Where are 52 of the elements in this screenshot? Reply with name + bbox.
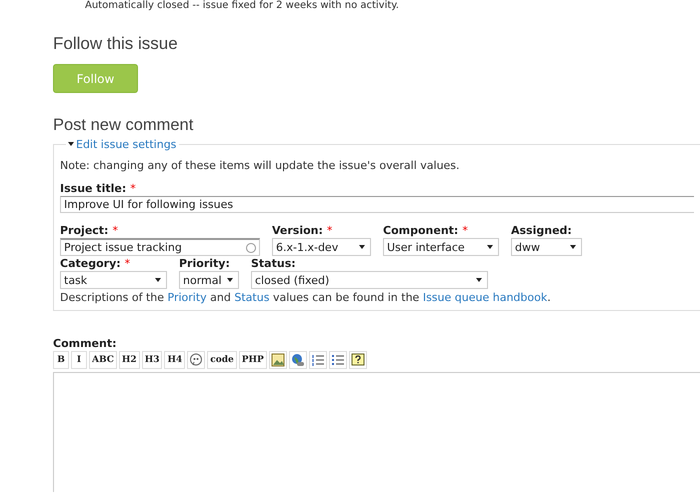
select-dropdown[interactable]: task xyxy=(60,271,167,289)
required-mark: * xyxy=(326,224,332,237)
dropdown-arrow-icon xyxy=(570,245,576,249)
toolbar-button[interactable]: H3 xyxy=(142,351,162,369)
field-label: Component: xyxy=(383,224,458,237)
throbber-icon xyxy=(246,242,256,252)
toolbar-button[interactable]: ABC xyxy=(89,351,117,369)
settings-toggle-link[interactable]: Edit issue settings xyxy=(66,138,180,151)
required-mark: * xyxy=(124,257,130,270)
toolbar-button[interactable]: H4 xyxy=(164,351,186,369)
speech-bubble-icon[interactable] xyxy=(187,351,206,369)
select-dropdown[interactable]: normal xyxy=(179,271,239,289)
field-label: Assigned: xyxy=(511,224,572,237)
autocomplete-field[interactable]: Project issue tracking xyxy=(60,238,260,256)
field-label: Priority: xyxy=(179,257,230,270)
select-dropdown[interactable]: closed (fixed) xyxy=(251,271,488,289)
toolbar-button[interactable]: PHP xyxy=(238,351,267,369)
field-label: Issue title: xyxy=(60,182,126,195)
help-icon[interactable] xyxy=(348,351,367,369)
required-mark: * xyxy=(130,182,136,195)
help-text: Descriptions of the Priority and Status values can be found in the Issue queue handbook. xyxy=(60,291,552,304)
dropdown-arrow-icon xyxy=(487,245,493,249)
required-mark: * xyxy=(462,224,468,237)
toolbar-button[interactable]: code xyxy=(207,351,237,369)
select-dropdown[interactable]: User interface xyxy=(383,238,499,256)
field-label: Project: xyxy=(60,224,108,237)
image-icon[interactable] xyxy=(268,351,287,369)
field-label: Category: xyxy=(60,257,121,270)
field-label: Version: xyxy=(272,224,323,237)
field-label: Status: xyxy=(251,257,296,270)
field-label: Comment: xyxy=(53,337,118,350)
help-link[interactable]: Status xyxy=(234,291,270,304)
help-link[interactable]: Priority xyxy=(168,291,207,304)
select-dropdown[interactable]: dww xyxy=(511,238,582,256)
bulleted-list-icon[interactable] xyxy=(328,351,347,369)
dropdown-arrow-icon xyxy=(155,278,161,282)
section-heading: Post new comment xyxy=(53,116,194,135)
section-heading: Follow this issue xyxy=(53,34,179,54)
dropdown-arrow-icon xyxy=(227,278,233,282)
select-dropdown[interactable]: 6.x-1.x-dev xyxy=(272,238,371,256)
dropdown-arrow-icon xyxy=(476,278,482,282)
title-input[interactable]: Improve UI for following issues xyxy=(60,196,694,213)
required-mark: * xyxy=(112,224,118,237)
toolbar-button[interactable]: H2 xyxy=(118,351,140,369)
numbered-list-icon[interactable] xyxy=(308,351,327,369)
dropdown-arrow-icon xyxy=(359,245,365,249)
toolbar-button[interactable]: I xyxy=(71,351,87,369)
note-text: Note: changing any of these items will update the issue's overall values. xyxy=(60,159,461,172)
help-link[interactable]: Issue queue handbook xyxy=(422,291,548,304)
toolbar-button[interactable]: B xyxy=(53,351,69,369)
comment-text: Automatically closed -- issue fixed for 2 weeks with no activity. xyxy=(85,0,400,12)
globe-icon[interactable] xyxy=(288,351,307,369)
